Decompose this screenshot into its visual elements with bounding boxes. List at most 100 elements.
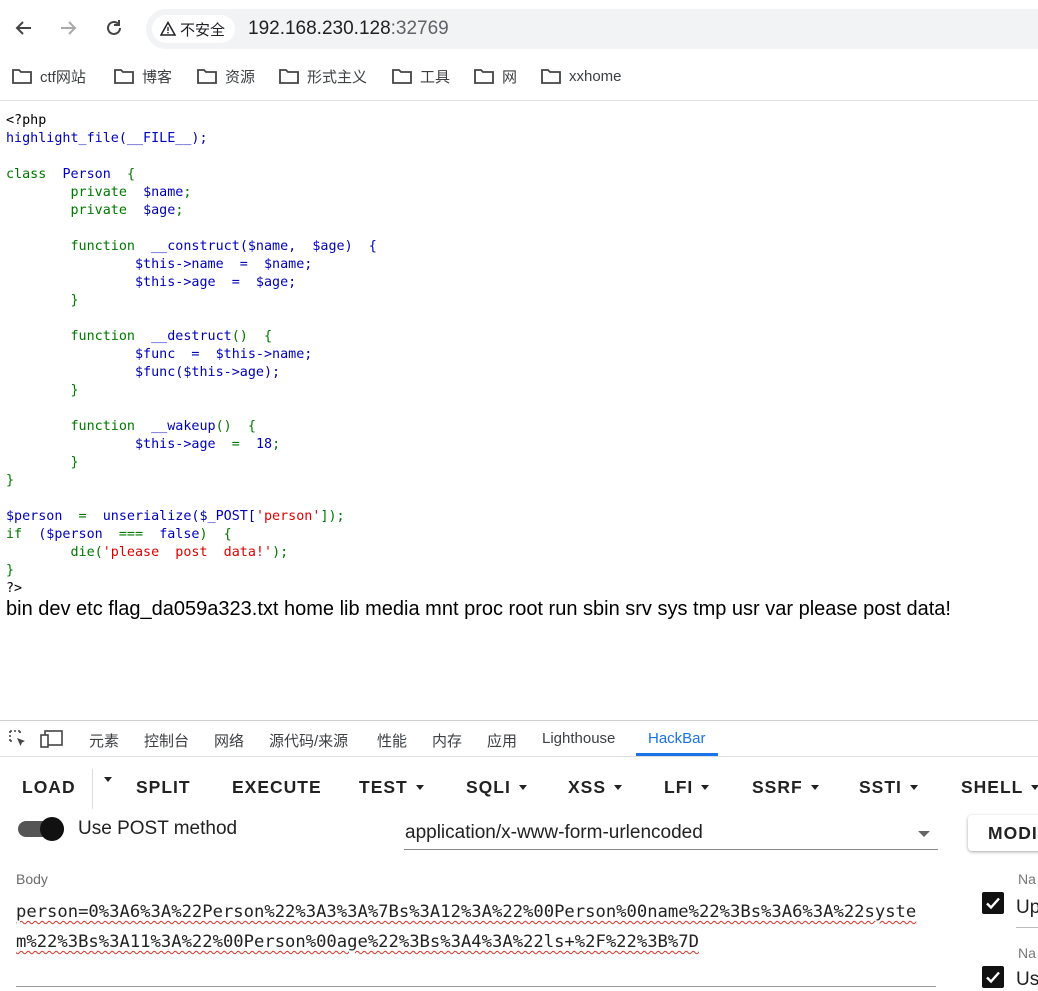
xss-menu-button[interactable]: XSS bbox=[568, 777, 623, 798]
forward-button[interactable] bbox=[54, 14, 82, 42]
content-type-select[interactable]: application/x-www-form-urlencoded bbox=[404, 819, 938, 850]
code-operator: === bbox=[102, 527, 160, 542]
code-keyword: private bbox=[70, 185, 127, 200]
bookmark-folder-tools[interactable]: 工具 bbox=[392, 64, 450, 88]
code-brace: } bbox=[70, 293, 79, 308]
bookmarks-bar: ctf网站 博客 资源 形式主义 工具 网 xxhome bbox=[0, 58, 1038, 94]
tab-application[interactable]: 应用 bbox=[487, 730, 517, 751]
sqli-menu-button[interactable]: SQLI bbox=[466, 777, 527, 798]
code-variable: $age bbox=[143, 203, 176, 218]
back-button[interactable] bbox=[10, 14, 38, 42]
hackbar-toolbar: LOAD SPLIT EXECUTE TEST SQLI XSS LFI SSR… bbox=[0, 773, 1038, 803]
code-line: $func = $this->name; bbox=[135, 347, 313, 362]
modify-header-button[interactable]: MODI bbox=[968, 815, 1038, 851]
code-punct: ) { bbox=[199, 527, 232, 542]
code-keyword: if bbox=[6, 527, 23, 542]
tab-elements[interactable]: 元素 bbox=[89, 730, 119, 751]
ssti-label: SSTI bbox=[859, 777, 902, 797]
test-menu-button[interactable]: TEST bbox=[359, 777, 424, 798]
php-close-tag: ?> bbox=[6, 581, 23, 596]
url-text[interactable]: 192.168.230.128:32769 bbox=[248, 18, 449, 40]
bookmark-folder-blog[interactable]: 博客 bbox=[114, 64, 172, 88]
chrome-divider bbox=[0, 100, 1038, 101]
code-brace: } bbox=[70, 383, 79, 398]
active-tab-indicator bbox=[636, 753, 718, 756]
devtools-tabbar: 元素 控制台 网络 源代码/来源 性能 内存 应用 Lighthouse Hac… bbox=[0, 721, 1038, 757]
tab-console[interactable]: 控制台 bbox=[144, 730, 189, 751]
body-field-label: Body bbox=[16, 871, 48, 887]
bookmark-folder-xxhome[interactable]: xxhome bbox=[541, 64, 622, 88]
post-method-toggle[interactable] bbox=[18, 817, 68, 841]
code-variable: ($person bbox=[38, 527, 103, 542]
code-punct: ]); bbox=[320, 509, 345, 524]
test-label: TEST bbox=[359, 777, 408, 797]
tab-lighthouse[interactable]: Lighthouse bbox=[542, 730, 615, 747]
code-string: 'person' bbox=[255, 509, 321, 524]
inspect-element-icon[interactable] bbox=[8, 729, 28, 749]
ssti-menu-button[interactable]: SSTI bbox=[859, 777, 918, 798]
code-keyword: function bbox=[70, 329, 136, 344]
code-identifier: Person bbox=[62, 167, 111, 182]
code-line: ($name, $age) { bbox=[239, 239, 377, 254]
folder-icon bbox=[541, 69, 561, 84]
code-line: $this->age = $age; bbox=[135, 275, 297, 290]
bookmark-folder-web[interactable]: 网 bbox=[474, 64, 517, 88]
tab-performance[interactable]: 性能 bbox=[377, 730, 407, 751]
load-dropdown-button[interactable] bbox=[96, 777, 112, 782]
header-name-input[interactable]: Up bbox=[1016, 897, 1038, 919]
tab-network[interactable]: 网络 bbox=[214, 730, 244, 751]
device-toolbar-icon[interactable] bbox=[40, 729, 64, 749]
forward-arrow-icon bbox=[61, 21, 77, 35]
content-type-value: application/x-www-form-urlencoded bbox=[405, 822, 703, 843]
command-output: bin dev etc flag_da059a323.txt home lib … bbox=[6, 598, 951, 620]
header-name-input[interactable]: Us bbox=[1016, 969, 1038, 991]
toolbar-divider bbox=[92, 769, 93, 809]
sqli-label: SQLI bbox=[466, 777, 511, 797]
folder-icon bbox=[474, 69, 494, 84]
code-value: false bbox=[159, 527, 200, 542]
header-enable-checkbox[interactable] bbox=[982, 892, 1004, 914]
tab-sources[interactable]: 源代码/来源 bbox=[269, 730, 348, 751]
tab-hackbar[interactable]: HackBar bbox=[648, 730, 706, 747]
load-button[interactable]: LOAD bbox=[22, 777, 76, 798]
caret-down-icon bbox=[810, 785, 819, 790]
code-line: () { bbox=[231, 329, 273, 344]
bookmark-folder-resources[interactable]: 资源 bbox=[197, 64, 255, 88]
bookmark-folder-ctf[interactable]: ctf网站 bbox=[12, 64, 86, 88]
folder-icon bbox=[114, 69, 134, 84]
bookmark-label: xxhome bbox=[569, 67, 622, 85]
reload-button[interactable] bbox=[100, 14, 128, 42]
devtools-panel: 元素 控制台 网络 源代码/来源 性能 内存 应用 Lighthouse Hac… bbox=[0, 720, 1038, 991]
body-textarea[interactable]: person=0%3A6%3A%22Person%22%3A3%3A%7Bs%3… bbox=[16, 897, 936, 957]
security-chip[interactable]: 不安全 bbox=[152, 15, 236, 43]
shell-label: SHELL bbox=[961, 777, 1024, 797]
split-button[interactable]: SPLIT bbox=[136, 777, 191, 798]
code-punct: ; bbox=[272, 437, 281, 452]
folder-icon bbox=[197, 69, 217, 84]
code-line: $this->name = $name; bbox=[135, 257, 313, 272]
lfi-menu-button[interactable]: LFI bbox=[664, 777, 710, 798]
check-icon bbox=[986, 897, 1000, 910]
ssrf-menu-button[interactable]: SSRF bbox=[752, 777, 819, 798]
header-enable-checkbox[interactable] bbox=[982, 966, 1004, 988]
bookmark-folder-formalism[interactable]: 形式主义 bbox=[279, 64, 367, 88]
bookmark-label: 网 bbox=[502, 68, 518, 86]
split-label: SPLIT bbox=[136, 777, 191, 797]
bookmark-label: ctf网站 bbox=[40, 68, 86, 86]
execute-button[interactable]: EXECUTE bbox=[232, 777, 322, 798]
bookmark-label: 资源 bbox=[225, 68, 256, 86]
shell-menu-button[interactable]: SHELL bbox=[961, 777, 1038, 798]
code-punct: ); bbox=[272, 545, 289, 560]
code-punct: ; bbox=[175, 203, 184, 218]
code-punct: ; bbox=[183, 185, 192, 200]
code-variable: $this->age bbox=[135, 437, 216, 452]
reload-icon bbox=[107, 20, 121, 35]
url-host: 192.168.230.128 bbox=[248, 18, 391, 39]
address-bar[interactable]: 不安全 192.168.230.128:32769 bbox=[146, 9, 1038, 49]
caret-down-icon bbox=[518, 785, 527, 790]
chevron-down-icon bbox=[918, 831, 930, 837]
tab-memory[interactable]: 内存 bbox=[432, 730, 462, 751]
code-identifier: __wakeup bbox=[151, 419, 216, 434]
execute-label: EXECUTE bbox=[232, 777, 322, 797]
code-brace: { bbox=[126, 167, 135, 182]
